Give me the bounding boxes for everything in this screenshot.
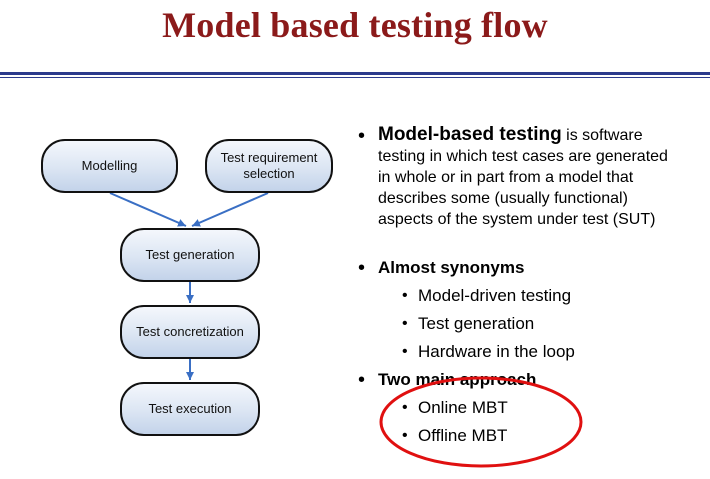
- node-modelling: Modelling: [41, 139, 178, 193]
- node-test-execution: Test execution: [120, 382, 260, 436]
- arrow-modelling-to-generation: [109, 192, 187, 227]
- node-test-concretization: Test concretization: [120, 305, 260, 359]
- synonyms-heading: Almost synonyms: [378, 258, 525, 277]
- bullet-3: •: [358, 369, 366, 391]
- arrow-requirement-to-generation: [191, 192, 269, 227]
- highlight-ellipse: [379, 376, 583, 468]
- sub-bullet: •: [402, 315, 408, 332]
- sub-bullet: •: [402, 343, 408, 360]
- synonym-item: Model-driven testing: [418, 286, 572, 305]
- synonym-item: Hardware in the loop: [418, 342, 575, 361]
- definition-paragraph: Model-based testing is software testing …: [378, 124, 678, 230]
- bullet-2: •: [358, 257, 366, 279]
- mbt-flow-diagram: Modelling Test requirement selection Tes…: [0, 0, 360, 479]
- synonym-item: Test generation: [418, 314, 535, 333]
- node-test-requirement-selection: Test requirement selection: [205, 139, 333, 193]
- bullet-1: •: [358, 125, 366, 147]
- node-test-generation: Test generation: [120, 228, 260, 282]
- sub-bullet: •: [402, 287, 408, 304]
- definition-lead: Model-based testing: [378, 124, 562, 145]
